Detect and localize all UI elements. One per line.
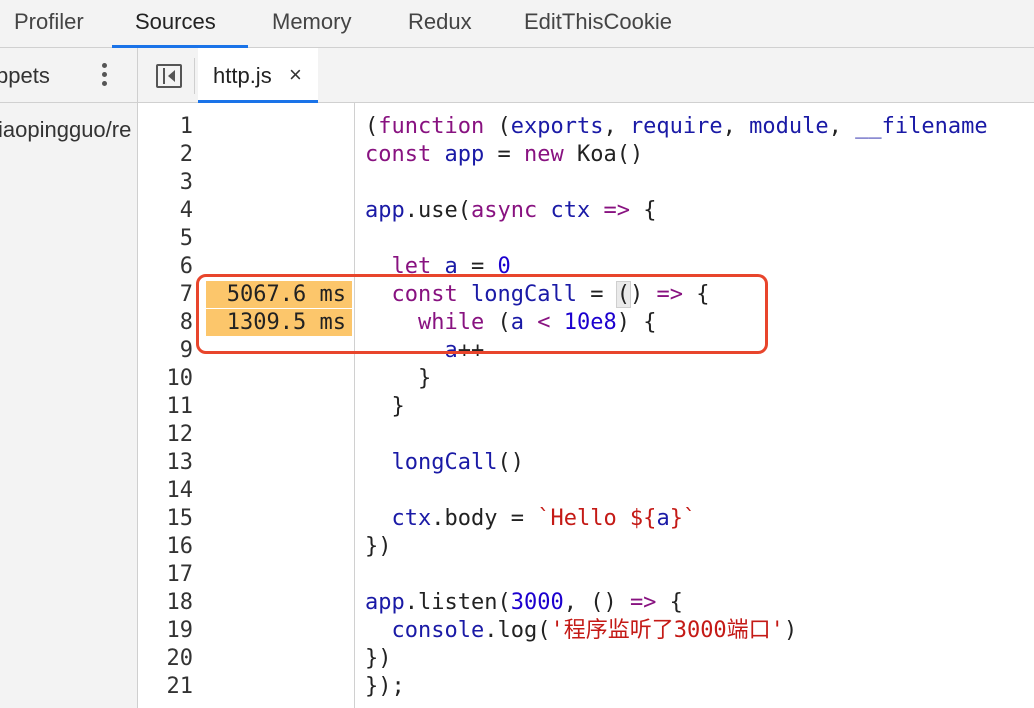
sources-navigator: ppets iaopingguo/re — [0, 48, 138, 708]
line-number[interactable]: 7 — [138, 281, 193, 309]
line-number[interactable]: 3 — [138, 169, 193, 197]
gutter-divider — [354, 103, 355, 708]
code-line: const app = new Koa() — [365, 142, 644, 167]
line-number[interactable]: 16 — [138, 533, 194, 561]
line-number[interactable]: 5 — [138, 225, 193, 253]
line-number[interactable]: 10 — [138, 365, 194, 393]
code-line: console.log('程序监听了3000端口') — [391, 618, 798, 643]
line-number[interactable]: 13 — [138, 449, 194, 477]
line-number[interactable]: 19 — [138, 617, 194, 645]
code-line: }) — [365, 646, 392, 671]
more-options-icon[interactable] — [100, 60, 110, 90]
editor-tab-strip: http.js × — [138, 48, 1034, 103]
code-line: }); — [365, 674, 405, 699]
code-editor[interactable]: 1 2 3 4 5 6 7 8 9 10 11 12 13 14 15 16 1… — [138, 103, 1034, 708]
navigator-tab-snippets[interactable]: ppets — [0, 63, 50, 89]
line-number[interactable]: 1 — [138, 113, 193, 141]
toggle-navigator-icon[interactable] — [156, 64, 182, 88]
tab-redux[interactable]: Redux — [408, 0, 472, 47]
line-number[interactable]: 6 — [138, 253, 193, 281]
line-number[interactable]: 15 — [138, 505, 194, 533]
tab-editthiscookie[interactable]: EditThisCookie — [524, 0, 672, 47]
code-line: } — [365, 366, 432, 391]
code-line: longCall() — [391, 450, 524, 475]
code-line: (function (exports, require, module, __f… — [365, 114, 988, 139]
line-number[interactable]: 14 — [138, 477, 194, 505]
file-tab-http-js[interactable]: http.js × — [198, 48, 318, 103]
line-number[interactable]: 17 — [138, 561, 194, 589]
line-number[interactable]: 8 — [138, 309, 193, 337]
code-line: app.listen(3000, () => { — [365, 590, 683, 615]
tab-memory[interactable]: Memory — [272, 0, 351, 47]
code-line: }) — [365, 534, 392, 559]
devtools-panel-tabs: Profiler Sources Memory Redux EditThisCo… — [0, 0, 1034, 48]
navigator-file-path[interactable]: iaopingguo/re — [0, 117, 131, 143]
line-number[interactable]: 18 — [138, 589, 194, 617]
line-number[interactable]: 9 — [138, 337, 193, 365]
line-number[interactable]: 11 — [138, 393, 194, 421]
divider — [194, 58, 195, 94]
navigator-header: ppets — [0, 48, 137, 103]
line-number[interactable]: 4 — [138, 197, 193, 225]
code-line: ctx.body = `Hello ${a}` — [391, 506, 697, 531]
file-tab-label: http.js — [213, 63, 272, 88]
line-number[interactable]: 12 — [138, 421, 194, 449]
code-line: } — [365, 394, 405, 419]
tab-profiler[interactable]: Profiler — [14, 0, 84, 47]
annotation-highlight-box — [196, 274, 768, 354]
line-number[interactable]: 2 — [138, 141, 193, 169]
line-number[interactable]: 20 — [138, 645, 194, 673]
close-icon[interactable]: × — [289, 62, 302, 88]
code-line: app.use(async ctx => { — [365, 198, 657, 223]
line-number[interactable]: 21 — [138, 673, 194, 701]
tab-sources[interactable]: Sources — [135, 0, 216, 47]
